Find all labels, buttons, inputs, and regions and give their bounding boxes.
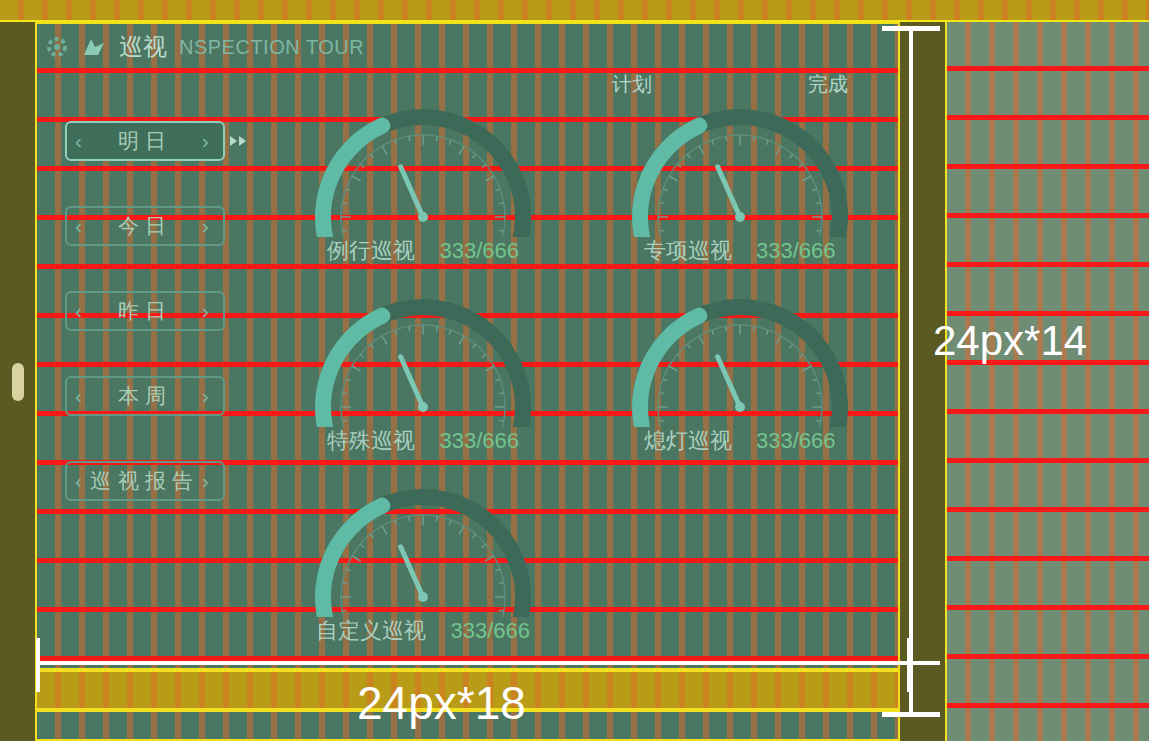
gauge-dial-icon [303,477,543,617]
date-button[interactable]: ‹昨日› [65,291,225,331]
column-header: 完成 [808,69,848,99]
gauge-grid: 例行巡视 333/666 专项巡视 333/666 特殊巡视 333/666 熄灯巡视 333… [265,97,898,645]
gauge-card: 熄灯巡视 333/666 [582,287,899,455]
gauge-value: 333/666 [756,237,836,265]
gear-icon [45,35,69,59]
width-dimension-line [38,661,940,665]
gutter [900,22,945,741]
width-dimension-cap [36,638,40,692]
height-dimension-cap [882,26,940,31]
gauge-label: 自定义巡视 [316,617,426,645]
gauge-value: 333/666 [450,617,530,645]
inspection-icon [81,35,107,59]
date-button[interactable]: ‹明日› [65,121,225,161]
gauge-card: 专项巡视 333/666 [582,97,899,265]
date-button[interactable]: ‹巡视报告› [65,461,225,501]
map-photo [945,22,1149,741]
gauge-card: 特殊巡视 333/666 [265,287,582,455]
panel-header: 巡视 NSPECTION TOUR [37,24,898,69]
panel-subtitle: NSPECTION TOUR [179,32,364,62]
top-strip [0,0,1149,22]
column-headers: 计划 完成 [265,69,898,97]
date-button-label: 明日 [118,125,173,157]
gauge-dial-icon [303,97,543,237]
gauge-label: 专项巡视 [644,237,732,265]
date-button[interactable]: ‹本周› [65,376,225,416]
gauge-dial-icon [620,97,860,237]
width-dimension-cap [907,638,911,692]
panel-title: 巡视 [119,29,167,65]
gauge-label: 例行巡视 [327,237,415,265]
gauge-value: 333/666 [439,427,519,455]
left-rail [0,22,35,741]
gauge-dial-icon [303,287,543,427]
height-dimension-label: 24px*14 [933,316,1087,366]
column-header: 计划 [612,69,652,99]
date-button-label: 巡视报告 [90,465,199,497]
inspection-panel: 巡视 NSPECTION TOUR ‹明日› ‹今日› ‹昨日› ‹本周› ‹巡视报告› 计划… [35,22,900,670]
selected-arrows-icon [229,135,249,147]
gauge-label: 熄灯巡视 [644,427,732,455]
date-button-list: ‹明日› ‹今日› ‹昨日› ‹本周› ‹巡视报告› [37,69,265,668]
gauge-card: 自定义巡视 333/666 [265,477,582,645]
width-dimension-label: 24px*18 [357,676,526,730]
height-dimension-line [909,28,913,715]
gauge-label: 特殊巡视 [327,427,415,455]
date-button[interactable]: ‹今日› [65,206,225,246]
design-canvas: 巡视 NSPECTION TOUR ‹明日› ‹今日› ‹昨日› ‹本周› ‹巡视报告› 计划… [0,0,1149,741]
gauge-value: 333/666 [756,427,836,455]
date-button-label: 今日 [118,210,173,242]
gauge-dial-icon [620,287,860,427]
gauge-card: 例行巡视 333/666 [265,97,582,265]
gauge-value: 333/666 [439,237,519,265]
date-button-label: 本周 [118,380,173,412]
height-dimension-cap [882,712,940,717]
date-button-label: 昨日 [118,295,173,327]
